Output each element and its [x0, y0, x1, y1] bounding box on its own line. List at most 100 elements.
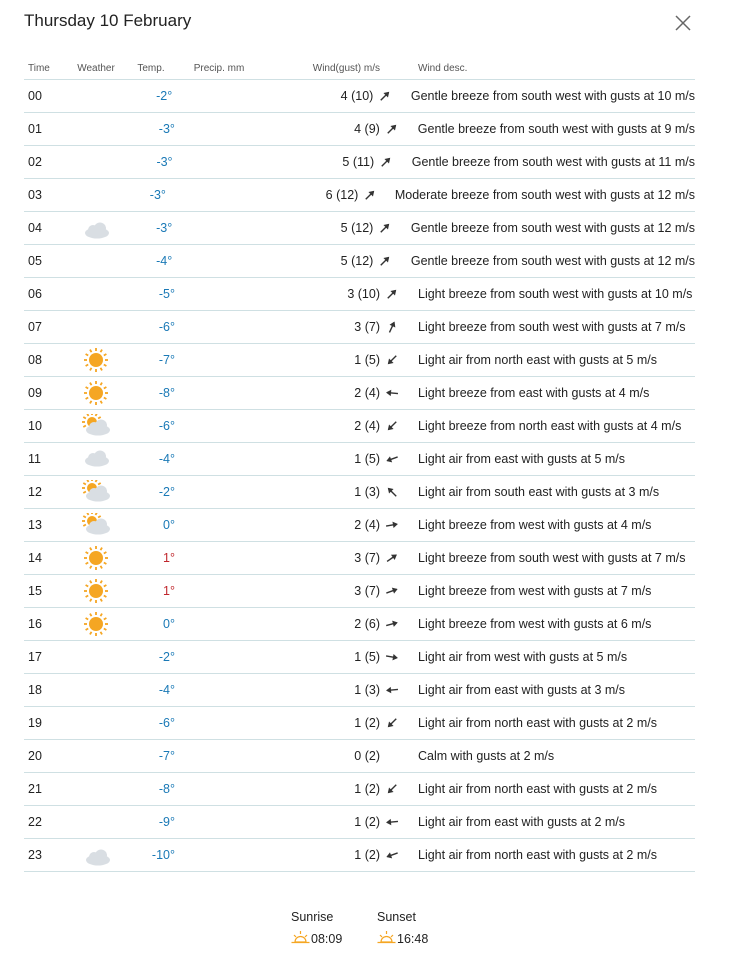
row-wind-desc: Light breeze from east with gusts at 4 m… — [418, 386, 650, 400]
row-temp: -8° — [158, 386, 175, 400]
row-wind: 3 (7) — [354, 584, 380, 598]
sun-cloud-icon — [66, 414, 126, 438]
row-time: 00 — [28, 89, 42, 103]
row-wind: 1 (5) — [354, 353, 380, 367]
row-time: 02 — [28, 155, 42, 169]
table-row: 16 0° 2 (6) Light breeze from west with … — [24, 607, 695, 640]
row-wind: 0 (2) — [354, 749, 380, 763]
sunrise-icon — [291, 930, 311, 947]
row-time: 03 — [28, 188, 42, 202]
close-icon[interactable] — [672, 12, 694, 34]
table-row: 21 -8° 1 (2) Light air from north east w… — [24, 772, 695, 805]
cloud-icon — [66, 447, 126, 471]
dialog-title: Thursday 10 February — [24, 11, 192, 30]
row-time: 10 — [28, 419, 42, 433]
moon-icon — [66, 744, 126, 768]
row-temp: -4° — [158, 683, 175, 697]
row-time: 23 — [28, 848, 42, 862]
row-wind: 2 (4) — [354, 419, 380, 433]
row-wind: 3 (10) — [347, 287, 380, 301]
wind-arrow-icon — [380, 419, 404, 433]
header-wind: Wind(gust) m/s — [312, 62, 380, 74]
forecast-table: Time Weather Temp. Precip. mm Wind(gust)… — [24, 57, 695, 872]
row-wind: 1 (2) — [354, 716, 380, 730]
wind-arrow-icon — [380, 584, 404, 598]
row-wind-desc: Light air from north east with gusts at … — [418, 716, 657, 730]
row-wind: 2 (4) — [354, 386, 380, 400]
table-row: 22 -9° 1 (2) Light air from east with gu… — [24, 805, 695, 838]
sunset-time: 16:48 — [397, 931, 429, 946]
row-temp: -2° — [156, 89, 173, 103]
wind-arrow-icon — [380, 716, 404, 730]
table-row: 03 -3° 6 (12) Moderate breeze from south… — [24, 178, 695, 211]
sun-icon — [66, 546, 126, 570]
row-wind-desc: Light breeze from north east with gusts … — [418, 419, 682, 433]
row-wind-desc: Light air from north east with gusts at … — [418, 848, 657, 862]
row-wind-desc: Light breeze from west with gusts at 7 m… — [418, 584, 652, 598]
row-temp: -6° — [158, 419, 175, 433]
row-wind-desc: Light air from west with gusts at 5 m/s — [418, 650, 628, 664]
row-wind-desc: Gentle breeze from south west with gusts… — [410, 254, 696, 268]
row-temp: -6° — [158, 716, 175, 730]
sunset-label: Sunset — [377, 910, 416, 924]
row-wind-desc: Light air from east with gusts at 2 m/s — [418, 815, 626, 829]
wind-arrow-icon — [380, 683, 404, 697]
row-time: 09 — [28, 386, 42, 400]
row-wind: 6 (12) — [325, 188, 359, 202]
row-wind-desc: Light air from south east with gusts at … — [418, 485, 660, 499]
row-time: 17 — [28, 650, 42, 664]
row-wind-desc: Light breeze from west with gusts at 4 m… — [418, 518, 652, 532]
moon-icon — [66, 645, 126, 669]
row-temp: -5° — [158, 287, 175, 301]
wind-arrow-icon — [380, 287, 404, 301]
row-temp: 0° — [163, 518, 175, 532]
table-header: Time Weather Temp. Precip. mm Wind(gust)… — [24, 57, 695, 80]
wind-arrow-icon — [380, 122, 404, 136]
row-temp: -2° — [158, 650, 175, 664]
header-weather: Weather — [77, 62, 115, 74]
row-wind: 1 (5) — [354, 452, 380, 466]
row-temp: -2° — [158, 485, 175, 499]
row-wind: 5 (11) — [342, 155, 375, 169]
moon-icon — [66, 711, 126, 735]
table-row: 10 -6° 2 (4) Light breeze from north eas… — [24, 409, 695, 442]
row-time: 12 — [28, 485, 42, 499]
row-wind: 5 (12) — [340, 254, 374, 268]
row-wind-desc: Light breeze from south west with gusts … — [418, 551, 686, 565]
sunrise-label: Sunrise — [291, 910, 334, 924]
row-wind-desc: Calm with gusts at 2 m/s — [418, 749, 555, 763]
wind-arrow-icon — [380, 782, 404, 796]
row-temp: -8° — [158, 782, 175, 796]
sun-icon — [66, 612, 126, 636]
row-temp: -3° — [158, 122, 175, 136]
moon-cloud-icon — [65, 216, 124, 240]
row-wind-desc: Light air from north east with gusts at … — [418, 782, 657, 796]
moon-icon — [66, 315, 126, 339]
row-time: 01 — [28, 122, 42, 136]
table-row: 05 -4° 5 (12) Gentle breeze from south w… — [24, 244, 695, 277]
wind-arrow-icon — [373, 89, 397, 103]
moon-icon — [65, 150, 124, 174]
moon-icon — [65, 84, 124, 108]
row-wind-desc: Gentle breeze from south west with gusts… — [410, 221, 696, 235]
wind-arrow-icon — [380, 353, 404, 367]
table-row: 20 -7° 0 (2) Calm with gusts at 2 m/s — [24, 739, 695, 772]
row-wind: 4 (9) — [354, 122, 380, 136]
table-row: 18 -4° 1 (3) Light air from east with gu… — [24, 673, 695, 706]
wind-arrow-icon — [380, 848, 404, 862]
table-row: 23 -10° 1 (2) Light air from north east … — [24, 838, 695, 871]
row-wind-desc: Light air from east with gusts at 3 m/s — [418, 683, 626, 697]
wind-arrow-icon — [380, 815, 404, 829]
row-wind-desc: Gentle breeze from south west with gusts… — [411, 155, 695, 169]
table-row: 09 -8° 2 (4) Light breeze from east with… — [24, 376, 695, 409]
row-time: 14 — [28, 551, 42, 565]
row-wind: 2 (6) — [354, 617, 380, 631]
table-row: 14 1° 3 (7) Light breeze from south west… — [24, 541, 695, 574]
row-wind-desc: Gentle breeze from south west with gusts… — [417, 122, 696, 136]
row-temp: -7° — [158, 353, 175, 367]
table-row: 04 -3° 5 (12) Gentle breeze from south w… — [24, 211, 695, 244]
row-wind: 3 (7) — [354, 320, 380, 334]
moon-icon — [66, 282, 126, 306]
header-time: Time — [28, 62, 50, 74]
sun-icon — [66, 348, 126, 372]
